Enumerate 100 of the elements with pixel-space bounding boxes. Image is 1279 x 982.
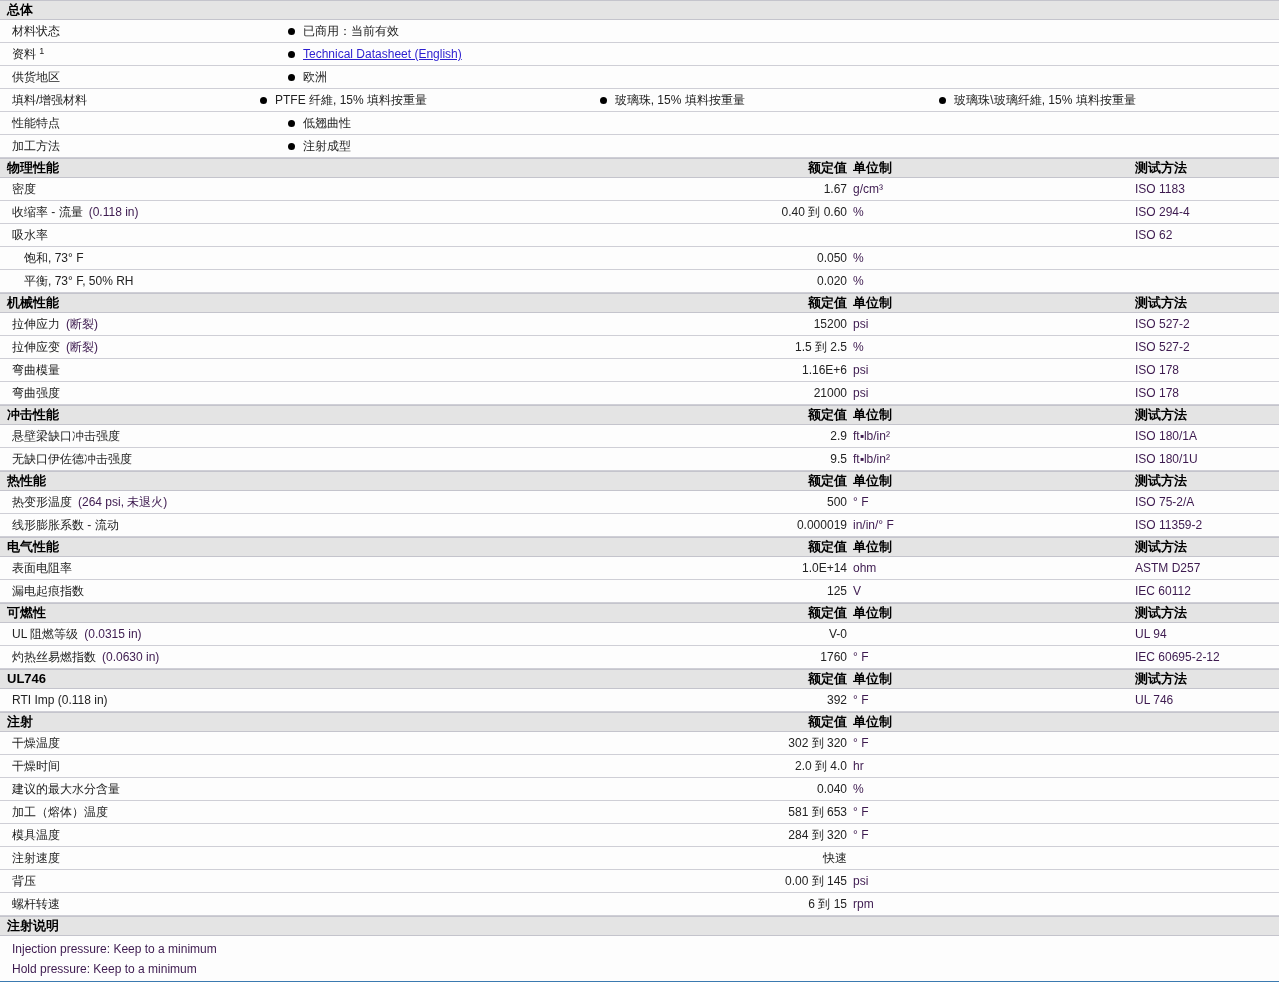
unit: rpm <box>853 897 874 911</box>
unit: psi <box>853 874 869 888</box>
property-label: 干燥温度 <box>12 735 60 752</box>
nominal-value: 500 <box>826 495 847 509</box>
bullet-icon <box>288 27 295 35</box>
section-title: 热性能 <box>7 473 46 489</box>
nominal-value: 1.5 到 2.5 <box>794 340 847 354</box>
nominal-value: 2.9 <box>830 429 847 443</box>
property-label: 弯曲模量 <box>12 362 60 379</box>
property-label: 资料 $^{1}$ <box>12 47 45 61</box>
property-label: 悬壁梁缺口冲击强度 <box>12 428 120 445</box>
column-heading: 额定值 <box>808 539 847 555</box>
property-label: 螺杆转速 <box>12 896 60 913</box>
test-method: ASTM D257 <box>1135 561 1201 575</box>
bullet-icon <box>288 50 295 58</box>
test-method: ISO 75-2/A <box>1135 495 1195 509</box>
column-heading: 额定值 <box>808 714 847 730</box>
property-label: 加工方法 <box>12 139 60 153</box>
nominal-value: 302 到 320 <box>788 736 847 750</box>
column-heading: 测试方法 <box>1135 671 1187 687</box>
unit: % <box>853 274 864 288</box>
nominal-value: 392 <box>826 693 847 707</box>
column-heading: 单位制 <box>853 539 892 555</box>
nominal-value: 1760 <box>820 650 847 664</box>
test-method: ISO 1183 <box>1135 182 1185 196</box>
property-value: PTFE 纤維, 15% 填料按重量 <box>275 92 428 109</box>
column-heading: 单位制 <box>853 160 892 176</box>
nominal-value: 0.020 <box>816 274 847 288</box>
column-heading: 测试方法 <box>1135 407 1187 423</box>
property-label: 平衡, 73° F, 50% RH <box>24 273 134 290</box>
unit: V <box>853 584 861 598</box>
property-label: 收缩率 - 流量 <box>12 204 83 221</box>
property-value: 玻璃珠\玻璃纤維, 15% 填料按重量 <box>954 92 1136 109</box>
property-label: 背压 <box>12 873 36 890</box>
nominal-value: 0.000019 <box>796 518 847 532</box>
property-label: 饱和, 73° F <box>24 250 84 267</box>
property-label: 性能特点 <box>12 116 60 130</box>
section-title: 注射 <box>7 714 33 730</box>
column-heading: 额定值 <box>808 407 847 423</box>
nominal-value: 2.0 到 4.0 <box>794 759 847 773</box>
section-title: 总体 <box>7 2 33 18</box>
test-method: ISO 527-2 <box>1135 340 1190 354</box>
unit: ° F <box>853 805 869 819</box>
bullet-icon <box>288 142 295 150</box>
column-heading: 单位制 <box>853 714 892 730</box>
column-heading: 测试方法 <box>1135 295 1187 311</box>
test-condition: (断裂) <box>66 316 98 333</box>
section-title: 机械性能 <box>7 295 59 311</box>
bullet-icon <box>599 96 607 104</box>
property-label: 吸水率 <box>12 227 48 244</box>
nominal-value: 581 到 653 <box>788 805 847 819</box>
nominal-value: 1.16E+6 <box>801 363 847 377</box>
test-method: UL 94 <box>1135 627 1167 641</box>
unit: % <box>853 205 864 219</box>
test-method: ISO 178 <box>1135 386 1180 400</box>
column-heading: 额定值 <box>808 473 847 489</box>
nominal-value: 15200 <box>813 317 847 331</box>
bullet-icon <box>939 96 947 104</box>
unit: ft▪lb/in² <box>853 429 890 443</box>
test-condition: (0.118 in) <box>88 204 139 221</box>
property-label: 拉伸应变 <box>12 339 60 356</box>
test-method: ISO 527-2 <box>1135 317 1190 331</box>
property-label: RTI Imp (0.118 in) <box>12 692 108 709</box>
property-value: 注射成型 <box>303 138 351 155</box>
unit: in/in/° F <box>853 518 894 532</box>
nominal-value: 6 到 15 <box>808 897 847 911</box>
nominal-value: 9.5 <box>830 452 847 466</box>
column-heading: 单位制 <box>853 473 892 489</box>
unit: psi <box>853 386 869 400</box>
column-heading: 额定值 <box>808 295 847 311</box>
column-heading: 测试方法 <box>1135 605 1187 621</box>
test-method: ISO 180/1U <box>1135 452 1198 466</box>
property-label: 模具温度 <box>12 827 60 844</box>
property-label: 拉伸应力 <box>12 316 60 333</box>
test-method: UL 746 <box>1135 693 1174 707</box>
nominal-value: 125 <box>826 584 847 598</box>
column-heading: 测试方法 <box>1135 539 1187 555</box>
property-label: 填料/增强材料 <box>12 93 88 107</box>
test-method: ISO 11359-2 <box>1135 518 1203 532</box>
note-text: Injection pressure: Keep to a minimum <box>12 941 217 958</box>
unit: ° F <box>853 736 869 750</box>
unit: % <box>853 782 864 796</box>
nominal-value: 0.040 <box>816 782 847 796</box>
section-title: 电气性能 <box>7 539 59 555</box>
bullet-icon <box>288 73 295 81</box>
column-heading: 额定值 <box>808 605 847 621</box>
property-label: 干燥时间 <box>12 758 60 775</box>
datasheet-link[interactable]: Technical Datasheet (English) <box>303 45 462 63</box>
test-method: ISO 294-4 <box>1135 205 1190 219</box>
property-label: 弯曲强度 <box>12 385 60 402</box>
property-value: 已商用：当前有效 <box>303 23 399 40</box>
unit: hr <box>853 759 864 773</box>
section-title: 注射说明 <box>7 918 59 934</box>
property-label: 热变形温度 <box>12 494 72 511</box>
property-label: 无缺口伊佐德冲击强度 <box>12 451 132 468</box>
column-heading: 额定值 <box>808 671 847 687</box>
property-value: 欧洲 <box>303 69 327 86</box>
test-method: IEC 60695-2-12 <box>1135 650 1220 664</box>
nominal-value: 21000 <box>813 386 847 400</box>
property-value: 玻璃珠, 15% 填料按重量 <box>614 92 745 109</box>
